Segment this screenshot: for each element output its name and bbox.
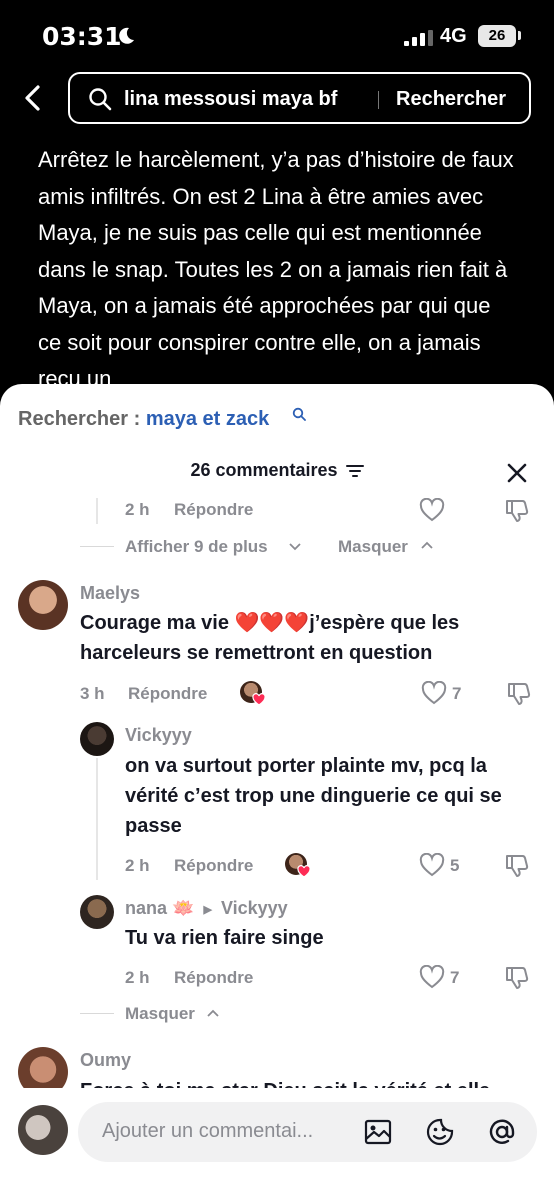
hide-replies-button[interactable]: Masquer <box>338 537 408 557</box>
reply-text: Tu va rien faire singe <box>125 927 324 949</box>
mention-icon[interactable] <box>487 1117 517 1147</box>
reply-time: 2 h <box>125 500 150 519</box>
search-icon <box>89 88 112 111</box>
reply-button[interactable]: Répondre <box>174 500 253 520</box>
comment-text: Courage ma vie ❤️❤️❤️j’espère que les ha… <box>80 612 460 664</box>
comment-username[interactable]: Maelys <box>80 583 140 604</box>
show-more-label: Afficher 9 de plus <box>125 537 268 556</box>
chevron-up-icon <box>207 1009 219 1017</box>
comment-count-header: 26 commentaires <box>0 460 554 481</box>
battery-tip <box>518 31 521 40</box>
heart-icon[interactable] <box>421 681 447 705</box>
search-suggestion[interactable]: Rechercher : maya et zack <box>18 408 269 431</box>
like-count: 7 <box>450 968 460 987</box>
comment-input-bar: Ajouter un commentai... <box>0 1088 554 1199</box>
reply-button[interactable]: Répondre <box>174 856 253 876</box>
emoji-sticker-icon[interactable] <box>425 1117 455 1147</box>
heart-icon[interactable] <box>419 498 445 522</box>
hide-replies-button[interactable]: Masquer <box>125 1004 195 1024</box>
suggestion-term[interactable]: maya et zack <box>146 408 269 430</box>
comment-count: 26 commentaires <box>190 460 338 480</box>
heart-badge-icon <box>297 865 311 878</box>
dislike-icon[interactable] <box>506 681 532 707</box>
search-query[interactable]: lina messousi maya bf <box>124 88 337 111</box>
video-caption: Arrêtez le harcèlement, y’a pas d’histoi… <box>38 147 514 391</box>
chevron-up-icon <box>421 541 433 549</box>
reply-username[interactable]: Vickyyy <box>125 725 192 746</box>
search-button[interactable]: Rechercher <box>396 88 506 111</box>
search-divider <box>378 91 379 109</box>
show-more-replies[interactable]: Afficher 9 de plus <box>125 537 268 557</box>
own-avatar <box>18 1105 68 1155</box>
reply-button[interactable]: Répondre <box>174 968 253 988</box>
thread-line <box>96 758 98 880</box>
battery-indicator: 26 <box>478 25 516 47</box>
chevron-down-icon <box>289 543 301 551</box>
heart-icon[interactable] <box>419 853 445 877</box>
dislike-icon[interactable] <box>504 853 530 879</box>
reply-time: 2 h <box>125 856 150 875</box>
image-icon[interactable] <box>364 1119 392 1145</box>
reply-to-arrow-icon: ▶ <box>203 903 212 916</box>
reply-button[interactable]: Répondre <box>128 684 207 704</box>
status-bar: 03:31 4G 26 <box>0 0 554 70</box>
back-arrow-icon[interactable] <box>22 84 44 112</box>
comments-sheet: Rechercher : maya et zack 26 commentaire… <box>0 384 554 1199</box>
search-icon <box>292 407 306 421</box>
signal-icon <box>404 30 433 46</box>
dislike-icon[interactable] <box>504 498 530 524</box>
clock: 03:31 <box>42 22 122 51</box>
avatar[interactable] <box>18 580 68 630</box>
network-type: 4G <box>440 25 467 47</box>
thread-line <box>96 498 98 524</box>
avatar[interactable] <box>80 722 114 756</box>
comment-input[interactable]: Ajouter un commentai... <box>78 1102 537 1162</box>
comment-placeholder: Ajouter un commentai... <box>102 1120 314 1142</box>
avatar[interactable] <box>80 895 114 929</box>
heart-icon[interactable] <box>419 965 445 989</box>
reply-to-username[interactable]: Vickyyy <box>221 898 288 918</box>
suggestion-prefix: Rechercher : <box>18 408 141 430</box>
reply-username[interactable]: nana 🪷 ▶ Vickyyy <box>125 898 288 919</box>
close-icon[interactable] <box>506 462 528 484</box>
divider <box>80 546 114 547</box>
like-count: 5 <box>450 856 460 875</box>
comment-username[interactable]: Oumy <box>80 1050 131 1071</box>
dislike-icon[interactable] <box>504 965 530 991</box>
divider <box>80 1013 114 1014</box>
reply-text: on va surtout porter plainte mv, pcq la … <box>125 755 502 837</box>
sort-filter-icon[interactable] <box>345 464 364 478</box>
reply-username-text: nana 🪷 <box>125 898 195 918</box>
heart-badge-icon <box>252 693 266 706</box>
comment-time: 3 h <box>80 684 105 703</box>
search-bar[interactable]: lina messousi maya bf Rechercher <box>68 72 531 124</box>
like-count: 7 <box>452 684 462 703</box>
moon-icon <box>119 27 134 44</box>
reply-time: 2 h <box>125 968 150 987</box>
